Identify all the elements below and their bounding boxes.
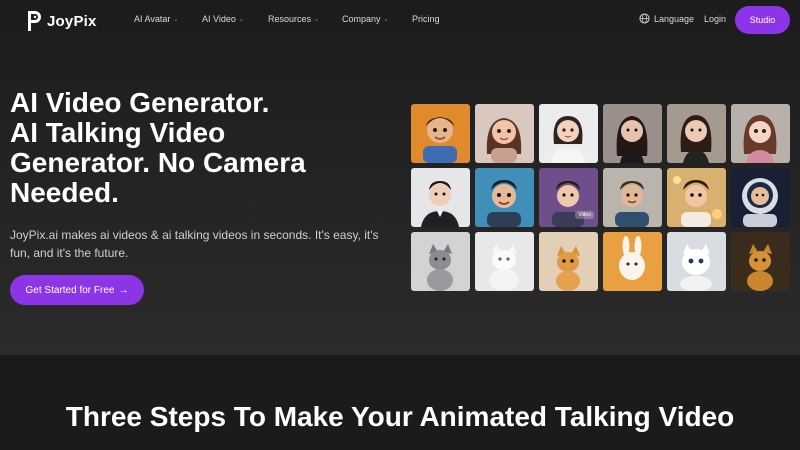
young-man-avatar[interactable]: Video: [539, 168, 598, 227]
young-woman-avatar[interactable]: [667, 104, 726, 163]
hero-headline: AI Video Generator. AI Talking Video Gen…: [10, 88, 370, 208]
nav-resources[interactable]: Resources ⌄: [268, 14, 319, 24]
hero-subtext: JoyPix.ai makes ai videos & ai talking v…: [10, 228, 379, 260]
nav-company[interactable]: Company ⌄: [342, 14, 389, 24]
nav-ai-video[interactable]: AI Video ⌄: [202, 14, 244, 24]
fluffy-white-cat-avatar[interactable]: [667, 232, 726, 291]
chevron-down-icon: ⌄: [238, 16, 244, 23]
nav-label: Pricing: [412, 14, 440, 24]
headline-line: AI Talking Video: [10, 117, 226, 148]
cta-label: Get Started for Free: [25, 284, 115, 296]
smiling-man-avatar[interactable]: [603, 168, 662, 227]
avatar-grid: Video: [411, 104, 790, 291]
nav-pricing[interactable]: Pricing: [412, 14, 440, 24]
login-link[interactable]: Login: [704, 14, 726, 24]
nav-ai-avatar[interactable]: AI Avatar ⌄: [134, 14, 178, 24]
get-started-button[interactable]: Get Started for Free →: [10, 275, 144, 305]
steps-section-title: Three Steps To Make Your Animated Talkin…: [65, 401, 735, 432]
man-in-suit-avatar[interactable]: [411, 168, 470, 227]
ginger-cat-avatar[interactable]: [731, 232, 790, 291]
top-navigation: JoyPix AI Avatar ⌄ AI Video ⌄ Resources …: [0, 0, 800, 40]
business-woman-avatar[interactable]: [539, 104, 598, 163]
arrow-right-icon: →: [118, 284, 129, 296]
nav-label: AI Avatar: [134, 14, 171, 24]
cartoon-girl-avatar[interactable]: [475, 104, 534, 163]
joypix-logo-icon: [28, 11, 41, 31]
nav-label: Company: [342, 14, 381, 24]
headline-line: Needed.: [10, 177, 119, 208]
white-cat-avatar[interactable]: [475, 232, 534, 291]
woman-portrait-avatar[interactable]: [603, 104, 662, 163]
cartoon-man-avatar[interactable]: [475, 168, 534, 227]
white-bunny-avatar[interactable]: [603, 232, 662, 291]
brand-logo[interactable]: JoyPix: [25, 8, 97, 34]
video-badge: Video: [575, 211, 594, 219]
gray-cat-avatar[interactable]: [411, 232, 470, 291]
cartoon-boy-golden-avatar[interactable]: [667, 168, 726, 227]
globe-icon: [639, 13, 650, 24]
brand-name: JoyPix: [47, 12, 97, 30]
headline-line: AI Video Generator.: [10, 87, 270, 118]
anime-girl-avatar[interactable]: [731, 104, 790, 163]
headline-line: Generator. No Camera: [10, 147, 306, 178]
chevron-down-icon: ⌄: [314, 16, 320, 23]
chevron-down-icon: ⌄: [383, 16, 389, 23]
nav-label: AI Video: [202, 14, 236, 24]
language-label: Language: [654, 13, 695, 24]
cartoon-boy-avatar[interactable]: [411, 104, 470, 163]
studio-button[interactable]: Studio: [735, 6, 790, 34]
language-selector[interactable]: Language: [639, 13, 694, 24]
orange-kitten-avatar[interactable]: [539, 232, 598, 291]
chevron-down-icon: ⌄: [173, 16, 179, 23]
nav-label: Resources: [268, 14, 312, 24]
astronaut-avatar[interactable]: [731, 168, 790, 227]
